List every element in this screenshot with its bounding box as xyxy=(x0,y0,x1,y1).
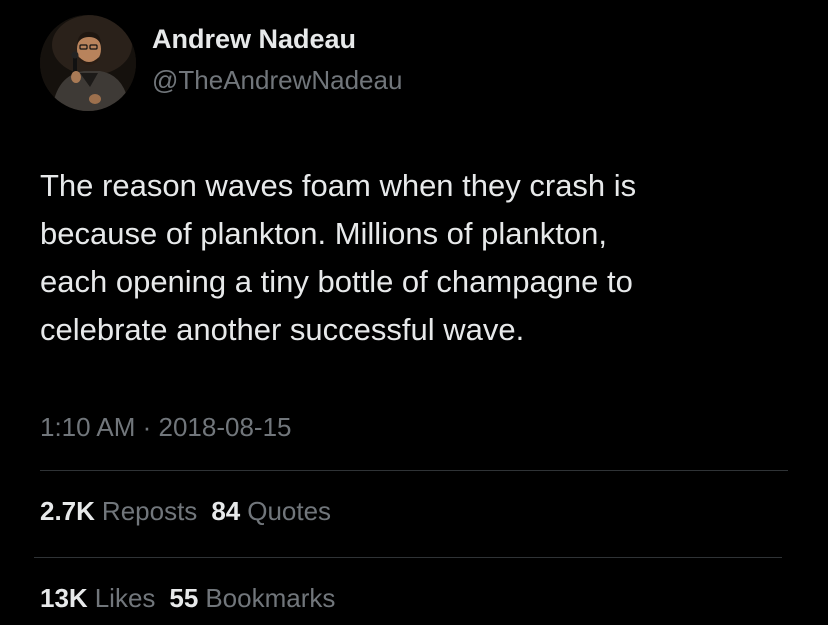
tweet-text: The reason waves foam when they crash is… xyxy=(40,162,800,354)
avatar[interactable] xyxy=(40,15,136,111)
reposts-label: Reposts xyxy=(101,496,198,526)
reposts-stat[interactable]: 2.7K Reposts xyxy=(40,496,197,527)
tweet-timestamp[interactable]: 1:10 AM · 2018-08-15 xyxy=(40,412,292,443)
quotes-count: 84 xyxy=(211,496,241,526)
engagement-stats-row: 13K Likes 55 Bookmarks xyxy=(40,583,349,614)
tweet-text-line: because of plankton. Millions of plankto… xyxy=(40,216,607,251)
reposts-count: 2.7K xyxy=(40,496,95,526)
author-handle[interactable]: @TheAndrewNadeau xyxy=(152,65,402,96)
bookmarks-label: Bookmarks xyxy=(205,583,336,613)
avatar-image xyxy=(40,15,136,111)
bookmarks-stat[interactable]: 55 Bookmarks xyxy=(169,583,335,614)
tweet-text-line: celebrate another successful wave. xyxy=(40,312,525,347)
bookmarks-count: 55 xyxy=(169,583,199,613)
quotes-label: Quotes xyxy=(247,496,332,526)
divider xyxy=(34,557,782,558)
likes-stat[interactable]: 13K Likes xyxy=(40,583,155,614)
divider xyxy=(40,470,788,471)
engagement-stats-row: 2.7K Reposts 84 Quotes xyxy=(40,496,345,527)
tweet-text-line: each opening a tiny bottle of champagne … xyxy=(40,264,633,299)
quotes-stat[interactable]: 84 Quotes xyxy=(211,496,331,527)
author-display-name[interactable]: Andrew Nadeau xyxy=(152,24,356,55)
likes-count: 13K xyxy=(40,583,88,613)
likes-label: Likes xyxy=(94,583,156,613)
tweet-text-line: The reason waves foam when they crash is xyxy=(40,168,637,203)
